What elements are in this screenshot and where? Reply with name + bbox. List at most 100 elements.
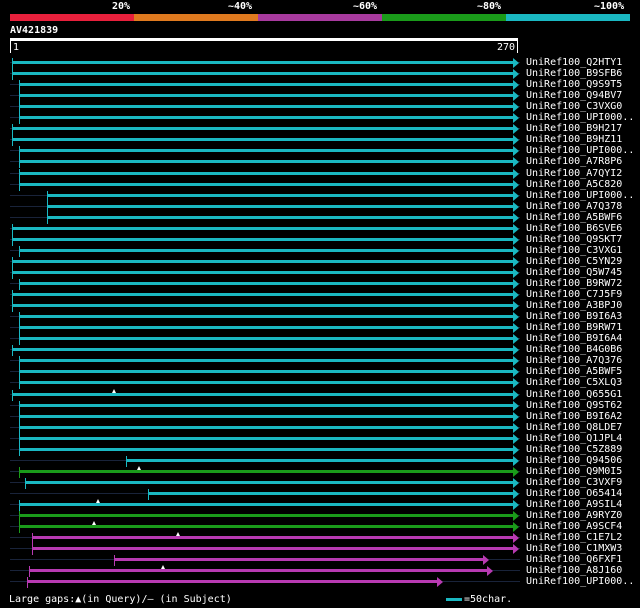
hit-alignment-bar[interactable]	[114, 558, 484, 562]
hit-start-tick	[114, 555, 116, 567]
query-gap-marker-icon	[160, 565, 165, 570]
hit-alignment-bar[interactable]	[19, 83, 513, 87]
hit-alignment-bar[interactable]	[19, 315, 513, 319]
legend-label-20: 20%	[112, 1, 131, 12]
hit-arrow-icon	[513, 146, 519, 157]
hit-alignment-bar[interactable]	[19, 182, 513, 186]
hit-alignment-bar[interactable]	[12, 348, 513, 352]
query-ruler-bar	[10, 38, 518, 41]
hit-alignment-bar[interactable]	[12, 259, 513, 263]
hit-alignment-bar[interactable]	[19, 425, 513, 429]
hit-arrow-icon	[513, 312, 519, 323]
hit-alignment-bar[interactable]	[19, 160, 513, 164]
scale-legend: =50char.	[446, 594, 512, 606]
hit-start-tick	[19, 367, 21, 379]
hit-arrow-icon	[513, 367, 519, 378]
hit-arrow-icon	[513, 91, 519, 102]
hit-label[interactable]: UniRef100_UPI000..	[526, 576, 634, 588]
hit-start-tick	[12, 389, 13, 401]
hit-arrow-icon	[486, 566, 493, 577]
hit-arrow-icon	[513, 356, 519, 367]
hit-alignment-bar[interactable]	[19, 337, 513, 341]
hit-start-tick	[12, 124, 13, 136]
hit-arrow-icon	[513, 245, 519, 256]
hit-alignment-bar[interactable]	[19, 514, 513, 518]
query-gap-marker-icon	[91, 521, 96, 526]
hit-row[interactable]: UniRef100_UPI000..	[0, 576, 640, 589]
hit-alignment-bar[interactable]	[125, 458, 513, 462]
hit-alignment-bar[interactable]	[19, 414, 513, 418]
hit-alignment-bar[interactable]	[19, 105, 513, 109]
hit-start-tick	[12, 345, 13, 357]
hit-alignment-bar[interactable]	[19, 94, 513, 98]
hit-arrow-icon	[513, 323, 519, 334]
hit-start-tick	[12, 290, 13, 302]
hit-alignment-bar[interactable]	[32, 547, 513, 551]
hit-arrow-icon	[513, 389, 519, 400]
hit-arrow-icon	[513, 223, 519, 234]
hit-start-tick	[19, 102, 21, 114]
hit-alignment-bar[interactable]	[12, 293, 513, 297]
hit-arrow-icon	[513, 234, 519, 245]
hit-arrow-icon	[513, 157, 519, 168]
hit-alignment-bar[interactable]	[19, 326, 513, 330]
hit-alignment-bar[interactable]	[12, 226, 513, 230]
hit-alignment-bar[interactable]	[19, 359, 513, 363]
hit-arrow-icon	[513, 179, 519, 190]
hit-alignment-bar[interactable]	[32, 536, 513, 540]
hit-arrow-icon	[513, 212, 519, 223]
legend-segment-60	[258, 14, 382, 21]
hit-arrow-icon	[513, 455, 519, 466]
hit-alignment-bar[interactable]	[19, 469, 513, 473]
query-gap-marker-icon	[95, 499, 100, 503]
scale-text: =50char.	[464, 594, 513, 605]
hit-alignment-bar[interactable]	[12, 72, 513, 76]
hit-alignment-bar[interactable]	[12, 392, 513, 396]
hit-start-tick	[25, 477, 27, 489]
hit-alignment-bar[interactable]	[19, 248, 513, 252]
hit-arrow-icon	[513, 378, 519, 389]
hit-start-tick	[19, 279, 21, 290]
hit-start-tick	[12, 69, 13, 81]
hit-arrow-icon	[513, 400, 519, 411]
hit-start-tick	[19, 500, 21, 511]
hit-arrow-icon	[513, 422, 519, 433]
query-gap-marker-icon	[175, 532, 180, 537]
hit-alignment-bar[interactable]	[47, 204, 513, 208]
hit-alignment-bar[interactable]	[19, 171, 513, 175]
hit-alignment-bar[interactable]	[19, 403, 513, 407]
hit-alignment-bar[interactable]	[19, 282, 513, 285]
hit-alignment-bar[interactable]	[12, 304, 513, 308]
hit-alignment-bar[interactable]	[47, 193, 513, 197]
hit-start-tick	[125, 455, 127, 467]
hit-start-tick	[19, 157, 21, 169]
legend-label-40: ~40%	[228, 1, 253, 12]
hit-alignment-bar[interactable]	[19, 149, 513, 153]
hit-alignment-bar[interactable]	[12, 138, 513, 142]
hit-alignment-bar[interactable]	[25, 480, 513, 484]
legend-label-60: ~60%	[353, 1, 378, 12]
hit-start-tick	[47, 201, 49, 213]
hit-alignment-bar[interactable]	[19, 381, 513, 385]
legend-label-100: ~100%	[594, 1, 625, 12]
hit-start-tick	[47, 212, 49, 224]
hit-start-tick	[12, 58, 13, 69]
hit-alignment-bar[interactable]	[19, 447, 513, 451]
hit-alignment-bar[interactable]	[147, 491, 513, 495]
hit-start-tick	[147, 488, 149, 500]
hit-alignment-bar[interactable]	[12, 61, 513, 64]
hit-alignment-bar[interactable]	[26, 580, 437, 584]
hit-alignment-bar[interactable]	[19, 436, 513, 440]
hit-alignment-bar[interactable]	[19, 503, 513, 506]
hit-alignment-bar[interactable]	[12, 270, 513, 274]
ruler-end-label: 270	[496, 42, 515, 53]
hit-alignment-bar[interactable]	[28, 569, 487, 573]
hit-alignment-bar[interactable]	[19, 116, 513, 120]
hit-alignment-bar[interactable]	[12, 127, 513, 131]
hit-alignment-bar[interactable]	[12, 237, 513, 241]
hit-alignment-bar[interactable]	[47, 215, 513, 219]
hit-alignment-bar[interactable]	[19, 370, 513, 374]
hit-alignment-bar[interactable]	[19, 525, 513, 529]
query-name: AV421839	[10, 25, 59, 36]
hit-arrow-icon	[513, 544, 519, 555]
